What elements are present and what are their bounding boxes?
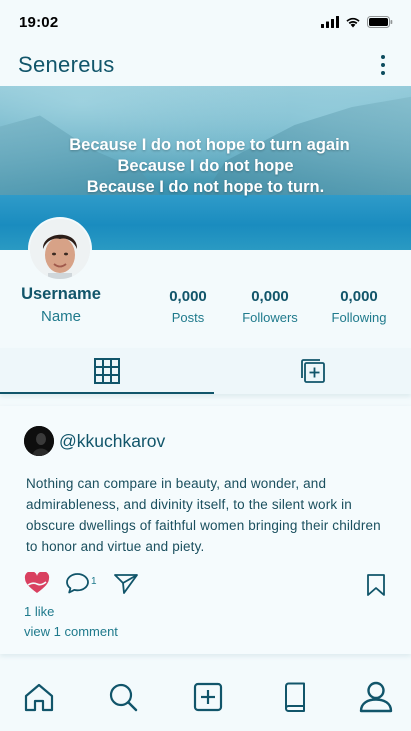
- post-header[interactable]: @kkuchkarov: [24, 426, 165, 456]
- grid-icon: [94, 358, 120, 384]
- stat-value: 0,000: [251, 288, 289, 305]
- stat-label: Posts: [171, 310, 205, 325]
- stat-label: Following: [331, 310, 387, 325]
- more-vertical-icon[interactable]: [373, 53, 393, 77]
- active-tab-indicator: [0, 392, 214, 394]
- view-comments-link[interactable]: view 1 comment: [24, 624, 118, 639]
- add-post-icon: [193, 682, 223, 712]
- post-author-avatar[interactable]: [24, 426, 54, 456]
- profile-icon: [359, 681, 393, 713]
- stat-followers[interactable]: 0,000 Followers: [236, 288, 304, 325]
- home-icon: [24, 683, 54, 712]
- comment-icon: [66, 573, 89, 594]
- quote-line: Because I do not hope to turn.: [86, 178, 325, 196]
- share-button[interactable]: [113, 572, 139, 599]
- nav-search[interactable]: [106, 680, 140, 714]
- signal-icon: [321, 16, 339, 28]
- post-text: Nothing can compare in beauty, and wonde…: [26, 476, 381, 554]
- search-icon: [109, 683, 138, 712]
- quote-line: Because I do not hope to turn again: [69, 136, 350, 154]
- post-card: @kkuchkarov Nothing can compare in beaut…: [0, 406, 411, 654]
- save-button[interactable]: [366, 574, 386, 601]
- post-author[interactable]: @kkuchkarov: [59, 431, 165, 452]
- stat-value: 0,000: [340, 288, 378, 305]
- tab-tagged[interactable]: [214, 348, 411, 394]
- quote-line: Because I do not hope: [117, 157, 294, 175]
- book-icon: [285, 682, 305, 712]
- profile-tabs: [0, 348, 411, 394]
- stat-following[interactable]: 0,000 Following: [326, 288, 392, 325]
- profile-name: Name: [40, 308, 81, 325]
- likes-count[interactable]: 1 like: [24, 604, 54, 619]
- tagged-posts-icon: [300, 359, 325, 383]
- nav-home[interactable]: [22, 680, 56, 714]
- send-icon: [114, 574, 138, 594]
- app-title: Senereus: [18, 52, 115, 77]
- nav-profile[interactable]: [359, 680, 393, 714]
- tab-grid[interactable]: [0, 348, 214, 394]
- heart-icon: [24, 571, 50, 593]
- bottom-nav: [0, 666, 411, 731]
- nav-library[interactable]: [278, 680, 312, 714]
- status-time: 19:02: [19, 13, 59, 31]
- comment-count: 1: [91, 576, 97, 587]
- stat-label: Followers: [242, 310, 298, 325]
- nav-add-post[interactable]: [191, 680, 225, 714]
- app-bar: Senereus: [0, 44, 411, 86]
- status-bar: 19:02: [0, 0, 411, 44]
- wifi-icon: [346, 17, 360, 28]
- profile-identity: Username Name: [20, 285, 102, 325]
- stat-posts[interactable]: 0,000 Posts: [158, 288, 218, 325]
- avatar[interactable]: [30, 219, 90, 279]
- like-button[interactable]: [24, 571, 50, 599]
- stat-value: 0,000: [169, 288, 207, 305]
- bookmark-icon: [367, 574, 385, 596]
- avatar-image: [30, 219, 90, 279]
- battery-icon: [367, 16, 393, 28]
- profile-username: Username: [21, 285, 101, 303]
- comment-button[interactable]: [65, 572, 90, 599]
- cover-quote: Because I do not hope to turn again Beca…: [0, 135, 411, 198]
- status-icons: [321, 16, 393, 28]
- post-actions: 1: [24, 571, 394, 599]
